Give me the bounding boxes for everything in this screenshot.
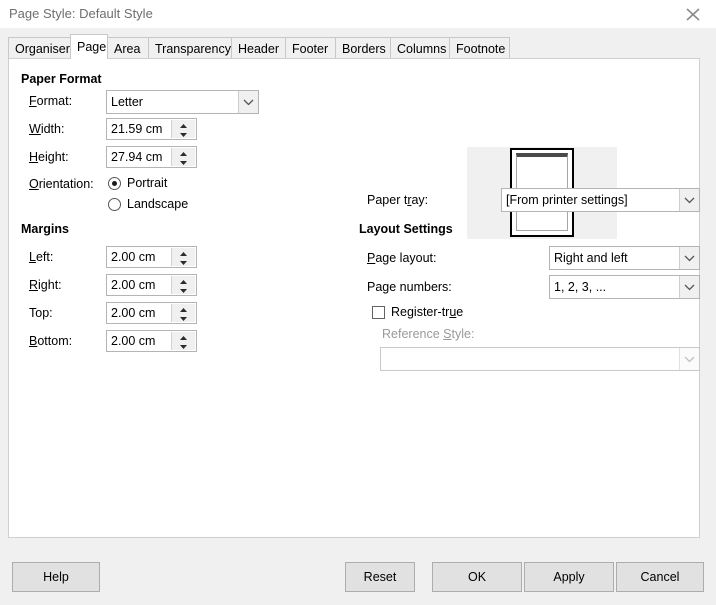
- checkbox-unchecked-icon: [372, 306, 385, 319]
- margin-left-input[interactable]: 2.00 cm: [106, 246, 197, 268]
- caret-down-icon: [180, 317, 187, 321]
- margin-top-input[interactable]: 2.00 cm: [106, 302, 197, 324]
- layout-settings-group-label: Layout Settings: [359, 222, 453, 236]
- margin-top-value: 2.00 cm: [111, 306, 156, 320]
- tab-header[interactable]: Header: [231, 37, 286, 59]
- margin-bottom-stepper[interactable]: [171, 332, 195, 350]
- format-dropdown-arrow[interactable]: [238, 91, 258, 113]
- caret-down-icon: [180, 133, 187, 137]
- height-stepper-down[interactable]: [172, 157, 195, 166]
- tab-transparency[interactable]: Transparency: [148, 37, 232, 59]
- margin-left-label: Left:: [29, 250, 54, 264]
- height-stepper[interactable]: [171, 148, 195, 166]
- margin-right-stepper-down[interactable]: [172, 285, 195, 294]
- format-combobox[interactable]: Letter: [106, 90, 259, 114]
- margins-group-label: Margins: [21, 222, 69, 236]
- caret-down-icon: [180, 289, 187, 293]
- margin-right-label: Right:: [29, 278, 62, 292]
- tab-page[interactable]: Page: [70, 34, 108, 59]
- page-layout-dropdown-arrow[interactable]: [679, 247, 699, 269]
- tab-borders[interactable]: Borders: [335, 37, 391, 59]
- ok-button[interactable]: OK: [432, 562, 522, 592]
- tab-strip: Organiser Page Area Transparency Header …: [0, 28, 716, 60]
- margin-right-value: 2.00 cm: [111, 278, 156, 292]
- margin-bottom-stepper-up[interactable]: [172, 332, 195, 341]
- help-button[interactable]: Help: [12, 562, 100, 592]
- margin-bottom-label: Bottom:: [29, 334, 73, 348]
- reference-style-dropdown-arrow: [679, 348, 699, 370]
- width-stepper-down[interactable]: [172, 129, 195, 138]
- page-numbers-value: 1, 2, 3, ...: [554, 280, 607, 294]
- paper-tray-label: Paper tray:: [367, 193, 429, 207]
- page-layout-combobox[interactable]: Right and left: [549, 246, 700, 270]
- radio-unselected-icon: [108, 198, 121, 211]
- margin-left-stepper-up[interactable]: [172, 248, 195, 257]
- margin-right-input[interactable]: 2.00 cm: [106, 274, 197, 296]
- chevron-down-icon: [684, 197, 695, 204]
- margin-top-label: Top:: [29, 306, 53, 320]
- margin-left-stepper[interactable]: [171, 248, 195, 266]
- margin-bottom-input[interactable]: 2.00 cm: [106, 330, 197, 352]
- paper-tray-value: [From printer settings]: [506, 193, 628, 207]
- page-numbers-label: Page numbers:: [367, 280, 452, 294]
- margin-right-stepper-up[interactable]: [172, 276, 195, 285]
- caret-down-icon: [180, 345, 187, 349]
- caret-down-icon: [180, 161, 187, 165]
- height-stepper-up[interactable]: [172, 148, 195, 157]
- apply-button[interactable]: Apply: [524, 562, 614, 592]
- page-layout-value: Right and left: [554, 251, 628, 265]
- paper-format-group-label: Paper Format: [21, 72, 102, 86]
- height-input[interactable]: 27.94 cm: [106, 146, 197, 168]
- tab-footnote[interactable]: Footnote: [449, 37, 510, 59]
- width-value: 21.59 cm: [111, 122, 163, 136]
- paper-tray-combobox[interactable]: [From printer settings]: [501, 188, 700, 212]
- orientation-portrait-label: Portrait: [127, 176, 168, 190]
- margin-top-stepper-down[interactable]: [172, 313, 195, 322]
- reference-style-label: Reference Style:: [382, 327, 475, 341]
- tab-organiser[interactable]: Organiser: [8, 37, 71, 59]
- chevron-down-icon: [243, 99, 254, 106]
- orientation-landscape-label: Landscape: [127, 197, 189, 211]
- page-numbers-dropdown-arrow[interactable]: [679, 276, 699, 298]
- width-label: Width:: [29, 122, 65, 136]
- orientation-label: Orientation:: [29, 177, 94, 191]
- reference-style-combobox: [380, 347, 700, 371]
- height-value: 27.94 cm: [111, 150, 163, 164]
- close-icon: [686, 8, 700, 21]
- format-label: Format:: [29, 94, 73, 108]
- cancel-button[interactable]: Cancel: [616, 562, 704, 592]
- margin-right-stepper[interactable]: [171, 276, 195, 294]
- reset-button[interactable]: Reset: [345, 562, 415, 592]
- page-settings-panel: Paper Format Format: Letter Width: 21.59…: [8, 58, 700, 538]
- height-label: Height:: [29, 150, 69, 164]
- title-bar: Page Style: Default Style: [0, 0, 716, 29]
- margin-top-stepper-up[interactable]: [172, 304, 195, 313]
- tab-columns[interactable]: Columns: [390, 37, 450, 59]
- page-numbers-combobox[interactable]: 1, 2, 3, ...: [549, 275, 700, 299]
- margin-bottom-stepper-down[interactable]: [172, 341, 195, 350]
- margin-bottom-value: 2.00 cm: [111, 334, 156, 348]
- close-button[interactable]: [670, 0, 716, 28]
- tab-area[interactable]: Area: [107, 37, 149, 59]
- margin-top-stepper[interactable]: [171, 304, 195, 322]
- radio-selected-icon: [108, 177, 121, 190]
- margin-left-value: 2.00 cm: [111, 250, 156, 264]
- tab-footer[interactable]: Footer: [285, 37, 336, 59]
- margin-left-stepper-down[interactable]: [172, 257, 195, 266]
- width-input[interactable]: 21.59 cm: [106, 118, 197, 140]
- width-stepper-up[interactable]: [172, 120, 195, 129]
- chevron-down-icon: [684, 255, 695, 262]
- chevron-down-icon: [684, 356, 695, 363]
- register-true-label: Register-true: [391, 305, 464, 319]
- format-value: Letter: [111, 95, 143, 109]
- width-stepper[interactable]: [171, 120, 195, 138]
- paper-tray-dropdown-arrow[interactable]: [679, 189, 699, 211]
- page-layout-label: Page layout:: [367, 251, 437, 265]
- caret-down-icon: [180, 261, 187, 265]
- chevron-down-icon: [684, 284, 695, 291]
- window-title: Page Style: Default Style: [9, 6, 153, 21]
